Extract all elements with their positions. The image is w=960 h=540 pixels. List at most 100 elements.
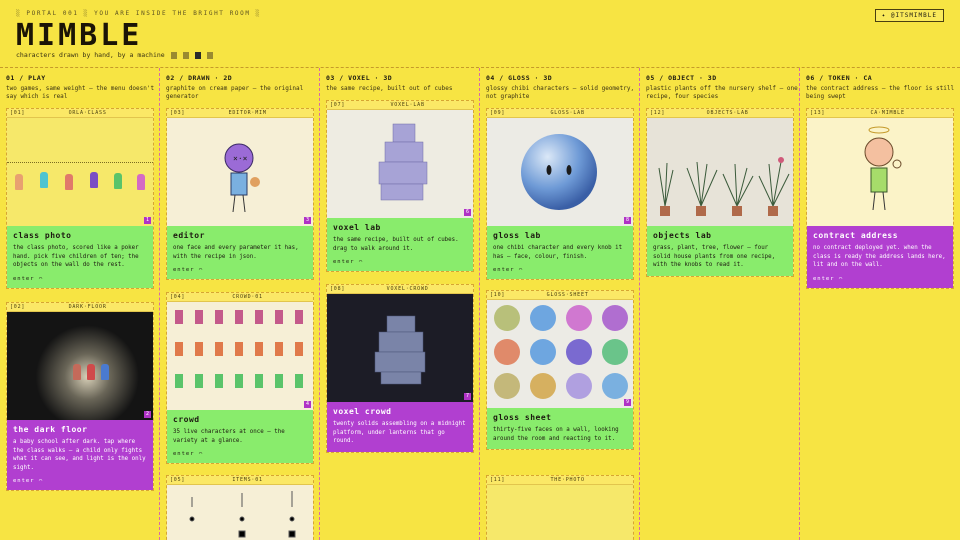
photo-preview [487,485,633,540]
card-items[interactable]: [05] ITEMS·01 [166,475,314,540]
card-voxel-lab[interactable]: [07] VOXEL·LAB 6 voxel lab the same recip… [326,100,474,272]
enter-link[interactable]: enter ⌒ [493,267,627,273]
column-subtitle: glossy chibi characters — solid geometry… [486,85,635,100]
portal-breadcrumb: ░ PORTAL 001 ░ YOU ARE INSIDE THE BRIGHT… [16,10,261,17]
voxel-lab-preview: 6 [327,110,473,218]
card-title: voxel crowd [333,407,392,416]
card-description: twenty solids assembling on a midnight p… [333,421,466,444]
card-tag: ORLA·CLASS [68,110,107,116]
column-subtitle: the contract address — the floor is stil… [806,85,955,100]
card-gloss-lab[interactable]: [09] GLOSS·LAB 8 gloss lab one chibi char… [486,108,634,280]
dark-floor-preview: 2 [7,312,153,420]
tagline: characters drawn by hand, by a machine [16,51,213,59]
card-tag: VOXEL·LAB [390,102,425,108]
card-class-photo[interactable]: [01] ORLA·CLASS 1 class photo the class p… [6,108,154,289]
enter-link[interactable]: enter ⌒ [13,478,147,484]
enter-link[interactable]: enter ⌒ [13,276,147,282]
child-figure-icon [101,364,109,380]
column-divider [159,68,160,540]
child-figure-icon [15,174,23,190]
gloss-sheet-preview: 9 [487,300,633,408]
brand-logo: MIMBLE [16,18,143,53]
card-tag: EDITOR·MIM [228,110,267,116]
child-figure-icon [90,172,98,188]
column-subtitle: plastic plants off the nursery shelf — o… [646,85,798,100]
child-figure-icon [40,172,48,188]
card-number-badge: 3 [304,217,311,224]
card-description: 35 live characters at once — the variety… [173,429,285,444]
card-number-badge: 4 [304,401,311,408]
card-contract-address[interactable]: [13] CA·MIMBLE contract address no contra… [806,108,954,289]
column-heading: 03 / VOXEL · 3D [326,74,393,82]
editor-preview: ×·× 3 [167,118,313,226]
card-objects-lab[interactable]: [12] OBJECTS·LAB objects lab grass, plant… [646,108,794,277]
card-the-photo[interactable]: [11] THE·PHOTO [486,475,634,540]
enter-link[interactable]: enter ⌒ [333,259,467,265]
column-gloss: 04 / GLOSS · 3D glossy chibi characters … [486,70,638,540]
voxel-crowd-preview: 7 [327,294,473,402]
card-description: the same recipe, built out of cubes. dra… [333,237,459,252]
voxel-figure-icon [378,123,428,201]
card-gloss-sheet[interactable]: [10] GLOSS·SHEET 9 gloss sheet thirty-fiv… [486,290,634,450]
card-number-badge: 8 [624,217,631,224]
child-figure-icon [73,364,81,380]
card-tag: VOXEL·CROWD [386,286,429,292]
card-number-badge: 9 [624,399,631,406]
child-figure-icon [137,174,145,190]
column-heading: 06 / TOKEN · CA [806,74,873,82]
gloss-faces-grid-icon [494,305,628,399]
column-heading: 05 / OBJECT · 3D [646,74,717,82]
enter-link[interactable]: enter ⌒ [813,276,947,282]
column-heading: 01 / PLAY [6,74,46,82]
enter-link[interactable]: enter ⌒ [173,267,307,273]
crowd-grid-icon [175,310,303,388]
card-tag: OBJECTS·LAB [706,110,749,116]
card-title: gloss lab [493,231,541,240]
card-dark-floor[interactable]: [02] DARK·FLOOR 2 the dark floor a baby s… [6,302,154,491]
objects-lab-preview [647,118,793,226]
card-id: [04] [170,294,186,300]
column-object: 05 / OBJECT · 3D plastic plants off the … [646,70,798,540]
ca-preview [807,118,953,226]
card-crowd[interactable]: [04] CROWD·01 4 crowd 35 live characters … [166,292,314,464]
card-description: thirty-five faces on a wall, looking aro… [493,427,619,442]
card-number-badge: 7 [464,393,471,400]
card-tag: ITEMS·01 [232,477,263,483]
card-id: [03] [170,110,186,116]
child-figure-icon [114,173,122,189]
card-number-badge: 2 [144,411,151,418]
gloss-character-icon [521,134,597,210]
card-editor[interactable]: [03] EDITOR·MIM ×·× 3 editor one face and… [166,108,314,280]
card-number-badge: 6 [464,209,471,216]
column-subtitle: graphite on cream paper — the original g… [166,85,304,100]
column-drawn: 02 / DRAWN · 2D graphite on cream paper … [166,70,318,540]
header-divider [0,67,960,68]
card-tag: THE·PHOTO [550,477,585,483]
card-title: crowd [173,415,200,424]
card-description: no contract deployed yet. when the class… [813,245,946,268]
card-tag: CROWD·01 [232,294,263,300]
card-title: class photo [13,231,72,240]
card-tag: GLOSS·SHEET [546,292,589,298]
twitter-handle-link[interactable]: ✦ @ITSMIMBLE [874,9,944,22]
card-number-badge: 1 [144,217,151,224]
card-id: [11] [490,477,506,483]
svg-text:×·×: ×·× [233,154,248,163]
halo-character-icon [864,126,902,211]
card-voxel-crowd[interactable]: [08] VOXEL·CROWD 7 voxel crowd twenty sol… [326,284,474,453]
card-tag: DARK·FLOOR [68,304,107,310]
enter-link[interactable]: enter ⌒ [173,451,307,457]
plants-icon [658,157,790,216]
column-heading: 02 / DRAWN · 2D [166,74,233,82]
card-id: [05] [170,477,186,483]
pixel-glyph-icon [194,51,201,59]
card-title: contract address [813,231,899,240]
card-id: [13] [810,110,826,116]
card-id: [09] [490,110,506,116]
column-divider [799,68,800,540]
card-title: editor [173,231,205,240]
card-description: the class photo, scored like a poker han… [13,245,139,268]
column-token: 06 / TOKEN · CA the contract address — t… [806,70,958,540]
card-title: the dark floor [13,425,88,434]
card-title: voxel lab [333,223,381,232]
